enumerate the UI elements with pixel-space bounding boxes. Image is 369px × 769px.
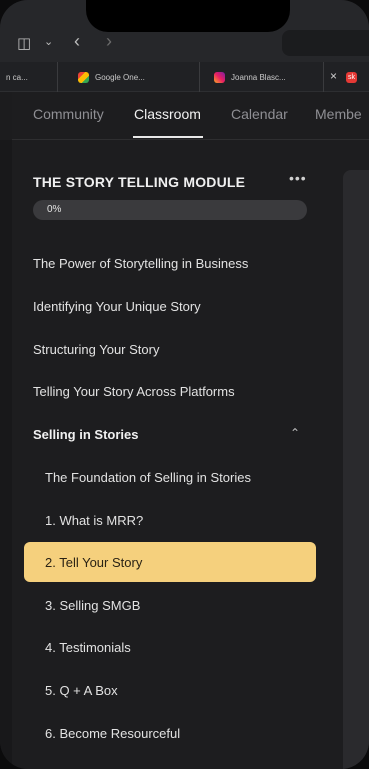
section-header[interactable]: Selling in Stories bbox=[33, 427, 138, 442]
section-lesson[interactable]: 5. Q + A Box bbox=[45, 683, 118, 698]
sidebar-toggle-icon[interactable]: ◫ bbox=[17, 34, 31, 52]
skool-icon: sk bbox=[346, 71, 357, 83]
browser-tab[interactable]: Joanna Blasc... bbox=[208, 62, 324, 92]
module-title: THE STORY TELLING MODULE bbox=[33, 174, 246, 190]
tab-classroom[interactable]: Classroom bbox=[134, 106, 201, 122]
progress-label: 0% bbox=[47, 204, 62, 215]
tab-label: Joanna Blasc... bbox=[231, 72, 286, 82]
forward-arrow-icon[interactable]: › bbox=[106, 31, 112, 52]
lesson-item[interactable]: Telling Your Story Across Platforms bbox=[33, 384, 235, 399]
instagram-icon bbox=[214, 71, 225, 83]
address-bar[interactable] bbox=[282, 30, 369, 56]
browser-tab-strip: n ca... Google One... Joanna Blasc... sk bbox=[0, 62, 369, 92]
module-panel: THE STORY TELLING MODULE ••• 0% The Powe… bbox=[12, 140, 369, 769]
section-lesson-selected[interactable]: 2. Tell Your Story bbox=[24, 542, 316, 582]
tab-label: n ca... bbox=[6, 72, 28, 82]
section-lesson[interactable]: 3. Selling SMGB bbox=[45, 598, 140, 613]
progress-bar: 0% bbox=[33, 200, 307, 220]
chevron-up-icon[interactable]: ⌃ bbox=[290, 426, 300, 440]
more-options-icon[interactable]: ••• bbox=[289, 170, 307, 186]
notch bbox=[86, 0, 290, 32]
section-lesson[interactable]: 4. Testimonials bbox=[45, 640, 131, 655]
lesson-item[interactable]: Identifying Your Unique Story bbox=[33, 299, 201, 314]
section-lesson[interactable]: The Foundation of Selling in Stories bbox=[45, 470, 251, 485]
section-lesson[interactable]: 1. What is MRR? bbox=[45, 513, 143, 528]
content-area bbox=[343, 170, 369, 769]
browser-tab[interactable]: n ca... bbox=[0, 62, 58, 92]
tab-community[interactable]: Community bbox=[33, 106, 104, 122]
tab-calendar[interactable]: Calendar bbox=[231, 106, 288, 122]
back-arrow-icon[interactable]: ‹ bbox=[74, 31, 80, 52]
lesson-item[interactable]: Structuring Your Story bbox=[33, 342, 159, 357]
section-lesson[interactable]: 6. Become Resourceful bbox=[45, 726, 180, 741]
app-nav: Community Classroom Calendar Membe bbox=[12, 92, 369, 140]
browser-tab[interactable]: Google One... bbox=[72, 62, 200, 92]
active-tab-indicator bbox=[133, 136, 203, 138]
tab-label: Google One... bbox=[95, 72, 145, 82]
google-one-icon bbox=[78, 71, 89, 83]
lesson-item[interactable]: The Power of Storytelling in Business bbox=[33, 256, 248, 271]
chevron-down-icon[interactable]: ⌄ bbox=[44, 35, 53, 48]
page-edge bbox=[0, 140, 12, 769]
phone-frame: ◫ ⌄ ‹ › n ca... Google One... Joanna Bla… bbox=[0, 0, 369, 769]
close-icon[interactable]: × bbox=[330, 69, 337, 83]
tab-members[interactable]: Membe bbox=[315, 106, 362, 122]
browser-tab[interactable]: sk bbox=[340, 62, 369, 92]
